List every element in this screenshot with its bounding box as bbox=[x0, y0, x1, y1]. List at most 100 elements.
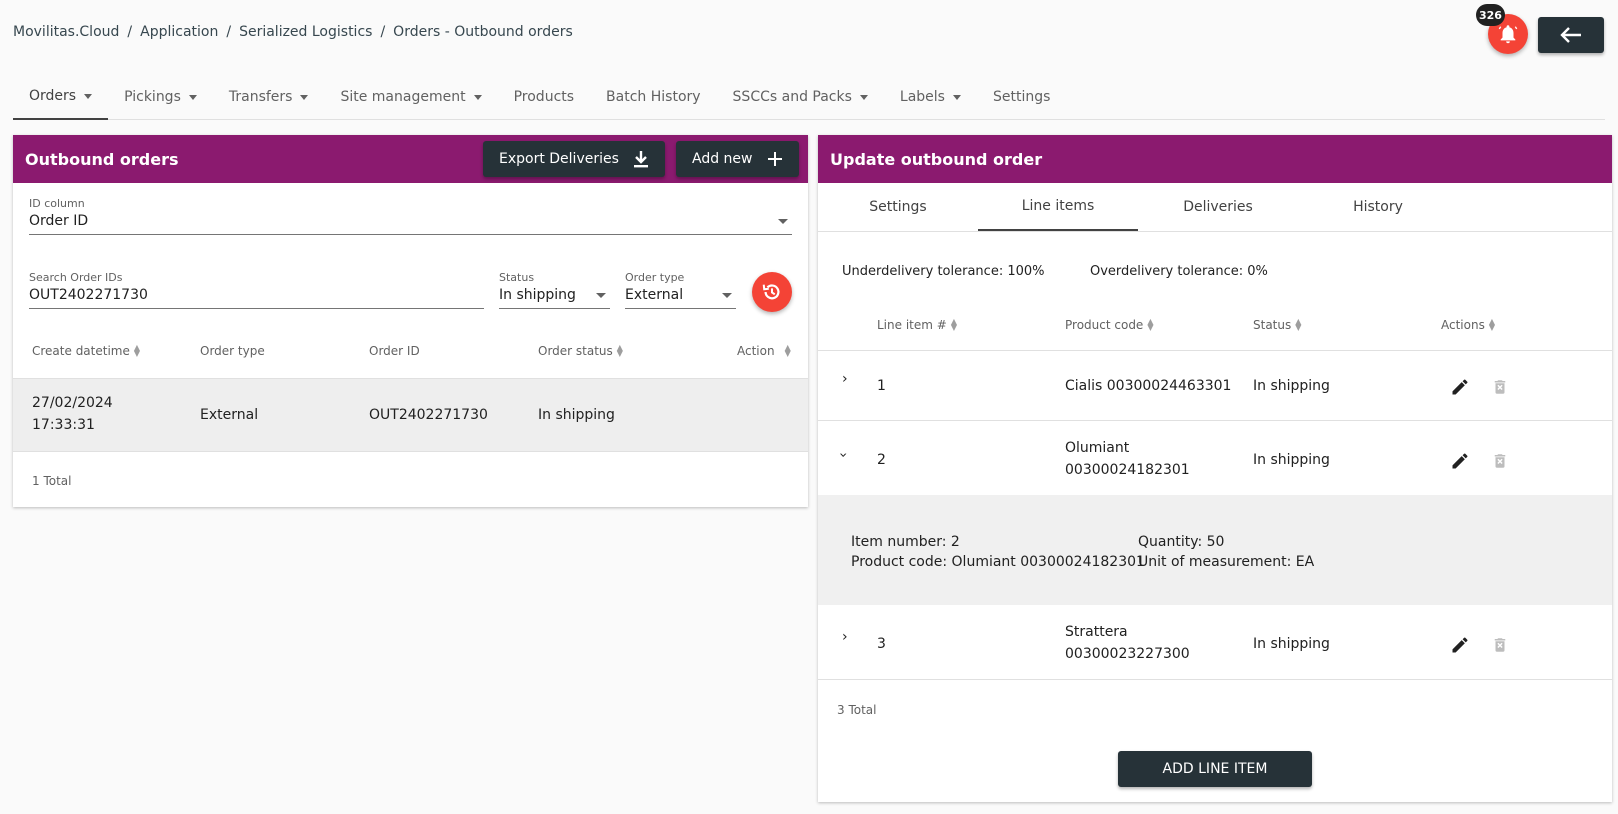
caret-down-icon bbox=[952, 94, 961, 100]
column-status[interactable]: Status ▲ ▼ bbox=[1253, 318, 1301, 333]
tab-settings[interactable]: Settings bbox=[818, 183, 978, 231]
column-label: Product code bbox=[1065, 318, 1144, 332]
dropdown-arrow-icon bbox=[596, 293, 606, 298]
breadcrumb-home[interactable]: Movilitas.Cloud bbox=[13, 24, 119, 40]
status-select[interactable]: Status In shipping bbox=[499, 271, 610, 309]
trash-icon bbox=[1494, 380, 1506, 394]
arrow-left-icon bbox=[1560, 27, 1581, 43]
nav-orders[interactable]: Orders bbox=[13, 74, 109, 120]
cell-order-id: OUT2402271730 bbox=[369, 407, 488, 423]
caret-down-icon bbox=[188, 94, 197, 100]
cell-order-status: In shipping bbox=[538, 407, 615, 423]
cell-product-name: Strattera bbox=[1065, 624, 1128, 640]
sort-icon: ▲ ▼ bbox=[133, 343, 141, 358]
expand-chevron-icon[interactable]: › bbox=[842, 629, 848, 645]
caret-down-icon bbox=[473, 94, 482, 100]
column-label: Actions bbox=[1441, 318, 1485, 332]
nav-label: Batch History bbox=[606, 89, 701, 105]
nav-transfers[interactable]: Transfers bbox=[213, 74, 325, 120]
cell-product-code: 00300024182301 bbox=[1065, 462, 1190, 478]
update-outbound-order-header: Update outbound order bbox=[818, 135, 1612, 183]
column-label: Create datetime bbox=[32, 344, 130, 358]
delete-button[interactable] bbox=[1488, 449, 1512, 473]
cell-line-number: 1 bbox=[877, 378, 886, 394]
field-label: Search Order IDs bbox=[29, 271, 123, 284]
nav-label: Settings bbox=[992, 89, 1051, 105]
add-line-item-button[interactable]: ADD LINE ITEM bbox=[1118, 751, 1312, 787]
nav-batch-history[interactable]: Batch History bbox=[590, 74, 717, 120]
delete-button[interactable] bbox=[1488, 633, 1512, 657]
reset-filters-button[interactable] bbox=[752, 272, 792, 312]
cell-status: In shipping bbox=[1253, 636, 1330, 652]
caret-down-icon bbox=[859, 94, 868, 100]
breadcrumb-current: Orders - Outbound orders bbox=[393, 24, 573, 40]
plus-icon bbox=[767, 152, 782, 166]
export-deliveries-button[interactable]: Export Deliveries bbox=[483, 141, 665, 177]
cell-status: In shipping bbox=[1253, 452, 1330, 468]
search-order-ids-input[interactable]: Search Order IDs OUT2402271730 bbox=[29, 271, 484, 309]
nav-products[interactable]: Products bbox=[498, 74, 590, 120]
detail-uom: Unit of measurement: EA bbox=[1138, 554, 1315, 570]
dropdown-arrow-icon bbox=[778, 219, 788, 224]
caret-down-icon bbox=[300, 94, 309, 100]
column-order-id: Order ID bbox=[369, 344, 420, 358]
table-row[interactable]: › 3 Strattera 00300023227300 In shipping bbox=[818, 605, 1612, 680]
breadcrumb-separator: / bbox=[127, 24, 133, 40]
table-row[interactable]: 27/02/2024 17:33:31 External OUT24022717… bbox=[13, 378, 808, 452]
column-create-datetime[interactable]: Create datetime ▲ ▼ bbox=[32, 343, 141, 359]
column-actions[interactable]: Actions ▲ ▼ bbox=[1441, 318, 1495, 333]
nav-site-management[interactable]: Site management bbox=[324, 74, 497, 120]
expand-chevron-icon[interactable]: › bbox=[842, 371, 848, 387]
add-new-button[interactable]: Add new bbox=[676, 141, 799, 177]
order-type-select[interactable]: Order type External bbox=[625, 271, 736, 309]
total-count: 3 Total bbox=[837, 703, 877, 717]
pencil-icon bbox=[1452, 453, 1468, 469]
nav-settings[interactable]: Settings bbox=[977, 74, 1066, 120]
column-label: Order ID bbox=[369, 344, 420, 358]
nav-pickings[interactable]: Pickings bbox=[108, 74, 213, 120]
button-label: Add new bbox=[692, 151, 753, 167]
line-item-detail-panel: Item number: 2 Product code: Olumiant 00… bbox=[818, 495, 1612, 605]
column-product-code[interactable]: Product code ▲ ▼ bbox=[1065, 318, 1153, 333]
tab-history[interactable]: History bbox=[1298, 183, 1458, 231]
sort-icon: ▲ ▼ bbox=[950, 317, 957, 332]
nav-ssccs-and-packs[interactable]: SSCCs and Packs bbox=[717, 74, 884, 120]
field-value: External bbox=[625, 287, 684, 303]
tab-line-items[interactable]: Line items bbox=[978, 183, 1138, 231]
breadcrumb-application[interactable]: Application bbox=[140, 24, 218, 40]
detail-item-number: Item number: 2 bbox=[851, 534, 960, 550]
delete-button[interactable] bbox=[1488, 375, 1512, 399]
id-column-select[interactable]: ID column Order ID bbox=[29, 197, 792, 235]
column-label: Action bbox=[737, 344, 775, 358]
cell-product-code: Cialis 00300024463301 bbox=[1065, 378, 1232, 394]
nav-label: Labels bbox=[899, 89, 945, 105]
main-nav: Orders Pickings Transfers Site managemen… bbox=[13, 74, 1605, 120]
nav-label: Products bbox=[513, 89, 575, 105]
cell-date: 27/02/2024 bbox=[32, 395, 113, 411]
edit-button[interactable] bbox=[1448, 633, 1472, 657]
breadcrumb-serialized-logistics[interactable]: Serialized Logistics bbox=[239, 24, 372, 40]
tab-deliveries[interactable]: Deliveries bbox=[1138, 183, 1298, 231]
field-value: Order ID bbox=[29, 213, 89, 229]
table-row[interactable]: › 2 Olumiant 00300024182301 In shipping bbox=[818, 420, 1612, 495]
cell-time: 17:33:31 bbox=[32, 417, 95, 433]
column-line-item[interactable]: Line item # ▲ ▼ bbox=[877, 317, 957, 333]
cell-line-number: 2 bbox=[877, 452, 886, 468]
button-label: Export Deliveries bbox=[499, 151, 619, 167]
outbound-orders-header: Outbound orders Export Deliveries Add ne… bbox=[13, 135, 808, 183]
card-title: Outbound orders bbox=[25, 149, 179, 169]
edit-button[interactable] bbox=[1448, 375, 1472, 399]
edit-button[interactable] bbox=[1448, 449, 1472, 473]
nav-label: SSCCs and Packs bbox=[732, 89, 852, 105]
history-icon bbox=[762, 284, 780, 300]
column-action[interactable]: Action ▲ ▼ bbox=[737, 344, 791, 359]
nav-label: Orders bbox=[29, 88, 77, 104]
caret-down-icon bbox=[84, 93, 93, 99]
collapse-chevron-icon[interactable]: › bbox=[835, 452, 851, 458]
nav-label: Transfers bbox=[228, 89, 293, 105]
back-button[interactable] bbox=[1538, 17, 1604, 53]
breadcrumb-separator: / bbox=[380, 24, 386, 40]
nav-labels[interactable]: Labels bbox=[884, 74, 977, 120]
table-row[interactable]: › 1 Cialis 00300024463301 In shipping bbox=[818, 350, 1612, 420]
column-order-status[interactable]: Order status ▲ ▼ bbox=[538, 344, 623, 359]
